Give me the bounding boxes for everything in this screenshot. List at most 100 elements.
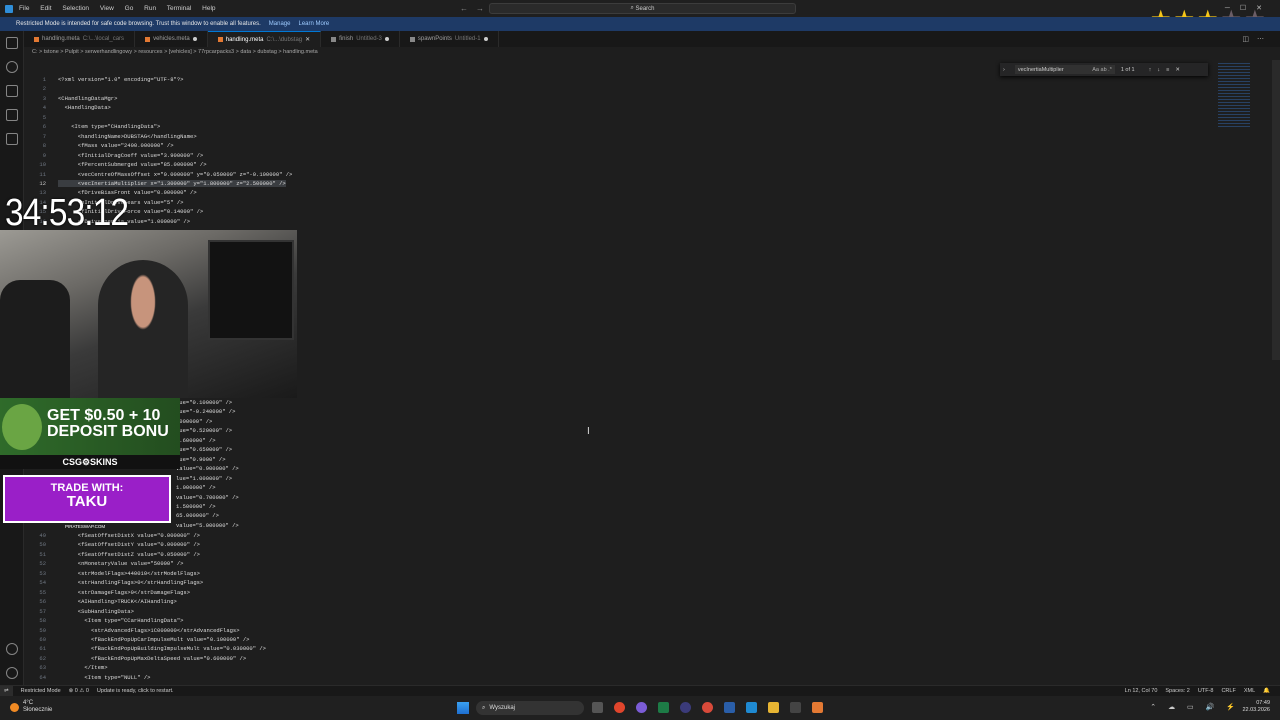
code-line[interactable]: value="0.700000" /> [176,493,1276,503]
menu-go[interactable]: Go [125,5,134,12]
menu-selection[interactable]: Selection [62,5,89,12]
code-line[interactable]: 3 <CHandlingDataMgr> [24,94,1124,104]
encoding[interactable]: UTF-8 [1198,688,1214,694]
menu-edit[interactable]: Edit [40,5,51,12]
code-line[interactable]: 56 <AIHandling>TRUCK</AIHandling> [24,597,1124,607]
tab-spawnpoints[interactable]: spawnPoints Untitled-1 [400,31,499,47]
more-actions-icon[interactable]: ⋯ [1257,36,1272,43]
code-line[interactable]: 1.500000" /> [176,502,1276,512]
brave-browser-icon[interactable] [614,702,625,713]
code-line[interactable]: lue="1.000000" /> [176,474,1276,484]
weather-widget[interactable]: 4°C Słonecznie [10,700,52,714]
code-line[interactable]: 61 <fBackEndPopUpBuildingImpulseMult val… [24,644,1124,654]
back-arrow-icon[interactable]: ← [460,4,476,13]
code-line[interactable]: 12 <vecInertiaMultiplier x="1.300000" y=… [24,179,1124,189]
windows-start-icon[interactable] [457,702,469,714]
code-line[interactable]: 14 <nInitialDriveGears value="5" /> [24,198,1124,208]
toggle-replace-icon[interactable]: › [1003,67,1005,73]
split-editor-icon[interactable]: ◫ [1242,36,1257,43]
code-line[interactable]: 64 <Item type="NULL" /> [24,673,1124,683]
code-line[interactable]: 65.000000" /> [176,511,1276,521]
nav-arrows[interactable]: ←→ [460,4,492,13]
close-icon[interactable]: ✕ [305,36,310,43]
code-line[interactable]: 62 <fBackEndPopUpMaxDeltaSpeed value="0.… [24,654,1124,664]
explorer-icon[interactable] [6,37,18,49]
account-icon[interactable] [6,643,18,655]
code-line[interactable]: 0.600000" /> [176,436,1276,446]
code-line[interactable]: value="5.000000" /> [176,521,1276,531]
source-control-icon[interactable] [6,85,18,97]
code-line[interactable]: lue="0.520000" /> [176,426,1276,436]
code-line[interactable]: 11 <vecCentreOfMassOffset x="0.000000" y… [24,170,1124,180]
app-icon[interactable] [812,702,823,713]
code-line[interactable]: 5 [24,113,1124,123]
tab-finish[interactable]: finish Untitled-3 [321,31,400,47]
code-line[interactable]: 52 <nMonetaryValue value="50000" /> [24,559,1124,569]
clock[interactable]: 07:49 22.03.2026 [1242,700,1270,714]
code-line[interactable]: 13 <fDriveBiasFront value="0.000000" /> [24,188,1124,198]
code-line[interactable]: 63 </Item> [24,663,1124,673]
breadcrumb[interactable]: C: > tstone > Pulpit > serwerhandlingowy… [32,49,318,55]
code-line[interactable]: 58 <Item type="CCarHandlingData"> [24,616,1124,626]
taskbar-search[interactable]: ⌕ Wyszukaj [476,701,584,715]
code-line[interactable]: 16 <fDriveInertia value="1.000000" /> [24,217,1124,227]
code-line[interactable]: 8 <fMass value="2400.000000" /> [24,141,1124,151]
app-icon[interactable] [790,702,801,713]
next-match-icon[interactable]: ↓ [1157,67,1166,73]
code-line[interactable]: 54 <strHandlingFlags>0</strHandlingFlags… [24,578,1124,588]
learn-more-link[interactable]: Learn More [298,21,329,27]
menu-terminal[interactable]: Terminal [167,5,192,12]
code-line[interactable]: 50 <fSeatOffsetDistY value="0.000000" /> [24,540,1124,550]
code-line[interactable]: value="0.900000" /> [176,464,1276,474]
code-line[interactable]: 51 <fSeatOffsetDistZ value="0.050000" /> [24,550,1124,560]
language-mode[interactable]: XML [1244,688,1255,694]
obs-icon[interactable] [636,702,647,713]
problems-status[interactable]: ⊗ 0 ⚠ 0 [69,688,89,694]
tab-handling-meta-local[interactable]: handling.meta C:\...\local_cars [24,31,136,47]
code-line[interactable]: lue="-0.240000" /> [176,407,1276,417]
manage-link[interactable]: Manage [269,21,291,27]
file-explorer-icon[interactable] [768,702,779,713]
code-line[interactable]: 59 <strAdvancedFlags>1C000000</strAdvanc… [24,626,1124,636]
code-line[interactable]: lue="0.9000" /> [176,455,1276,465]
app-icon[interactable] [724,702,735,713]
menu-view[interactable]: View [100,5,114,12]
extensions-icon[interactable] [6,133,18,145]
find-in-selection-icon[interactable]: ≡ [1166,67,1175,73]
code-line[interactable]: 2 [24,84,1124,94]
code-line[interactable]: 53 <strModelFlags>440010</strModelFlags> [24,569,1124,579]
cursor-position[interactable]: Ln 12, Col 70 [1125,688,1158,694]
gear-icon[interactable] [6,667,18,679]
find-options[interactable]: Aa ab .* [1092,67,1112,73]
command-center-search[interactable]: ⌕ Search [489,3,796,14]
code-line[interactable]: 9 <fInitialDragCoeff value="3.900000" /> [24,151,1124,161]
bell-icon[interactable]: 🔔 [1263,688,1270,694]
excel-icon[interactable] [658,702,669,713]
app-icon[interactable] [680,702,691,713]
indentation[interactable]: Spaces: 2 [1165,688,1189,694]
code-line[interactable]: lue="0.650000" /> [176,445,1276,455]
code-line[interactable]: 49 <fSeatOffsetDistX value="0.000000" /> [24,531,1124,541]
minimap[interactable] [1218,63,1250,127]
code-line[interactable]: 60 <fBackEndPopUpCarImpulseMult value="0… [24,635,1124,645]
menu-file[interactable]: File [19,5,29,12]
code-line[interactable]: lue="0.100000" /> [176,398,1276,408]
code-line[interactable]: 4 <HandlingData> [24,103,1124,113]
code-line[interactable]: 15 <fInitialDriveForce value="0.14000" /… [24,207,1124,217]
task-view-icon[interactable] [592,702,603,713]
vscode-taskbar-icon[interactable] [746,702,757,713]
code-line[interactable]: 1.000000" /> [176,483,1276,493]
code-line[interactable]: 6 <Item type="CHandlingData"> [24,122,1124,132]
code-line[interactable]: 1 <?xml version="1.0" encoding="UTF-8"?> [24,75,1124,85]
code-line[interactable]: .000000" /> [176,417,1276,427]
code-line[interactable]: 10 <fPercentSubmerged value="85.000000" … [24,160,1124,170]
run-debug-icon[interactable] [6,109,18,121]
find-input[interactable]: vecInertiaMultiplier Aa ab .* [1014,65,1115,74]
restricted-mode-status[interactable]: Restricted Mode [21,688,61,694]
menu-help[interactable]: Help [202,5,215,12]
close-find-icon[interactable]: ✕ [1175,67,1186,73]
code-line[interactable]: 7 <handlingName>DUBSTAG</handlingName> [24,132,1124,142]
line-ending[interactable]: CRLF [1221,688,1235,694]
update-status[interactable]: Update is ready, click to restart. [97,688,174,694]
chrome-icon[interactable] [702,702,713,713]
